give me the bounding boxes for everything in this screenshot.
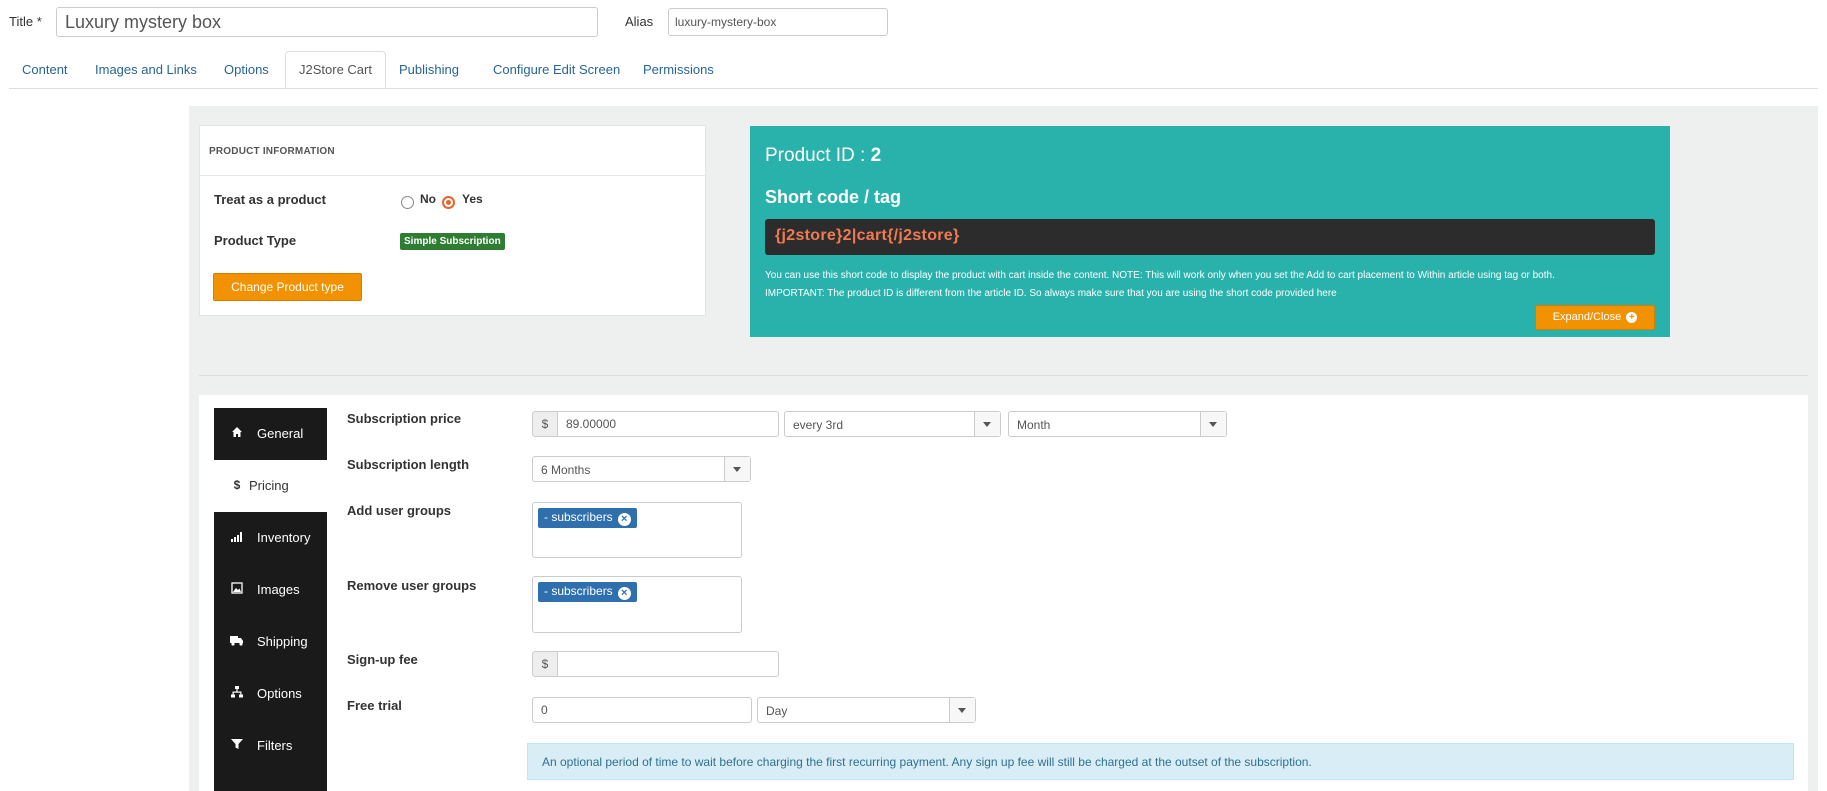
- chevron-down-icon: [949, 698, 975, 722]
- sign-up-fee-input[interactable]: [557, 651, 779, 677]
- subscription-period-select[interactable]: Month: [1008, 411, 1227, 437]
- dollar-icon: $: [233, 478, 241, 492]
- subscription-period-value: Month: [1017, 418, 1051, 432]
- chevron-down-icon: [974, 412, 1000, 436]
- user-group-tag-label: - subscribers: [544, 584, 613, 598]
- nav-filters[interactable]: Filters: [214, 720, 327, 772]
- user-group-tag: - subscribers ×: [538, 508, 637, 528]
- editor-tabs: Content Images and Links Options J2Store…: [9, 51, 1818, 89]
- add-user-groups-field[interactable]: - subscribers ×: [532, 502, 742, 558]
- subscription-length-label: Subscription length: [347, 457, 470, 472]
- tab-publishing[interactable]: Publishing: [386, 51, 472, 88]
- signup-currency-addon: $: [532, 651, 558, 677]
- home-icon: [230, 426, 244, 441]
- product-id-label: Product ID :: [765, 145, 866, 166]
- sitemap-icon: [230, 686, 244, 701]
- short-code-heading: Short code / tag: [765, 187, 902, 207]
- subscription-length-value: 6 Months: [541, 463, 591, 477]
- nav-inventory-label: Inventory: [257, 530, 311, 545]
- product-information-heading: PRODUCT INFORMATION: [209, 146, 335, 157]
- subscription-interval-select[interactable]: every 3rd: [784, 411, 1001, 437]
- sign-up-fee-label: Sign-up fee: [347, 652, 418, 667]
- alias-input[interactable]: luxury-mystery-box: [668, 8, 888, 36]
- add-user-groups-label: Add user groups: [347, 503, 452, 518]
- plus-circle-icon: +: [1626, 312, 1638, 323]
- chevron-down-icon: [724, 457, 750, 481]
- treat-as-product-label: Treat as a product: [214, 192, 326, 207]
- remove-user-groups-field[interactable]: - subscribers ×: [532, 576, 742, 633]
- free-trial-info-alert: An optional period of time to wait befor…: [527, 743, 1794, 780]
- section-divider: [199, 375, 1808, 376]
- product-side-nav: General $ Pricing Inventory Images Shipp…: [212, 408, 329, 791]
- expand-close-button[interactable]: Expand/Close +: [1535, 305, 1655, 330]
- short-code-box: {j2store}2|cart{/j2store}: [765, 219, 1655, 255]
- shortcode-panel: Product ID : 2 Short code / tag {j2store…: [750, 126, 1670, 337]
- user-group-tag-label: - subscribers: [544, 510, 613, 524]
- free-trial-period-select[interactable]: Day: [757, 697, 976, 723]
- remove-tag-icon[interactable]: ×: [617, 587, 631, 600]
- nav-inventory[interactable]: Inventory: [214, 512, 327, 564]
- user-group-tag: - subscribers ×: [538, 582, 637, 602]
- remove-tag-icon[interactable]: ×: [617, 513, 631, 526]
- signal-icon: [230, 530, 244, 545]
- tab-permissions[interactable]: Permissions: [630, 51, 727, 88]
- product-type-label: Product Type: [214, 233, 297, 248]
- price-currency-addon: $: [532, 411, 558, 437]
- subscription-price-input[interactable]: 89.00000: [557, 411, 779, 437]
- tab-j2store-cart[interactable]: J2Store Cart: [285, 51, 386, 88]
- title-input[interactable]: Luxury mystery box: [56, 7, 598, 37]
- nav-shipping-label: Shipping: [257, 634, 308, 649]
- remove-user-groups-label: Remove user groups: [347, 578, 477, 593]
- short-code-note: You can use this short code to display t…: [765, 270, 1555, 281]
- expand-close-label: Expand/Close: [1552, 311, 1622, 323]
- product-id: Product ID : 2: [765, 145, 881, 167]
- free-trial-info-text: An optional period of time to wait befor…: [542, 755, 1312, 769]
- treat-yes-radio[interactable]: [442, 196, 455, 209]
- subscription-interval-value: every 3rd: [793, 418, 844, 432]
- nav-filters-label: Filters: [257, 738, 293, 753]
- tab-content[interactable]: Content: [9, 51, 81, 88]
- nav-options-label: Options: [257, 686, 302, 701]
- short-code-important-note: IMPORTANT: The product ID is different f…: [765, 288, 1337, 299]
- short-code-text: {j2store}2|cart{/j2store}: [775, 227, 960, 244]
- product-settings-panel: [199, 395, 1808, 791]
- image-icon: [230, 582, 244, 597]
- product-id-value: 2: [870, 145, 882, 166]
- nav-options[interactable]: Options: [214, 668, 327, 720]
- tab-configure-edit-screen[interactable]: Configure Edit Screen: [480, 51, 633, 88]
- nav-general-label: General: [257, 426, 304, 441]
- product-information-card: PRODUCT INFORMATION Treat as a product N…: [199, 125, 706, 316]
- truck-icon: [230, 634, 244, 649]
- product-information-header: PRODUCT INFORMATION: [200, 126, 705, 176]
- treat-no-radio[interactable]: [401, 196, 414, 209]
- nav-images[interactable]: Images: [214, 564, 327, 616]
- nav-pricing[interactable]: $ Pricing: [212, 460, 329, 512]
- free-trial-label: Free trial: [347, 698, 402, 713]
- filter-icon: [230, 738, 244, 753]
- alias-label: Alias: [625, 14, 654, 29]
- tab-options[interactable]: Options: [211, 51, 282, 88]
- title-label: Title *: [9, 14, 42, 29]
- subscription-price-label: Subscription price: [347, 411, 462, 426]
- change-product-type-button[interactable]: Change Product type: [213, 273, 362, 301]
- treat-no-label: No: [420, 192, 436, 206]
- treat-yes-label: Yes: [462, 192, 483, 206]
- nav-general[interactable]: General: [214, 408, 327, 460]
- chevron-down-icon: [1200, 412, 1226, 436]
- free-trial-input[interactable]: 0: [532, 697, 752, 723]
- nav-pricing-label: Pricing: [249, 478, 289, 493]
- product-type-badge: Simple Subscription: [400, 233, 505, 250]
- nav-shipping[interactable]: Shipping: [214, 616, 327, 668]
- tab-images-and-links[interactable]: Images and Links: [82, 51, 210, 88]
- free-trial-period-value: Day: [766, 704, 788, 718]
- subscription-length-select[interactable]: 6 Months: [532, 456, 751, 482]
- nav-images-label: Images: [257, 582, 300, 597]
